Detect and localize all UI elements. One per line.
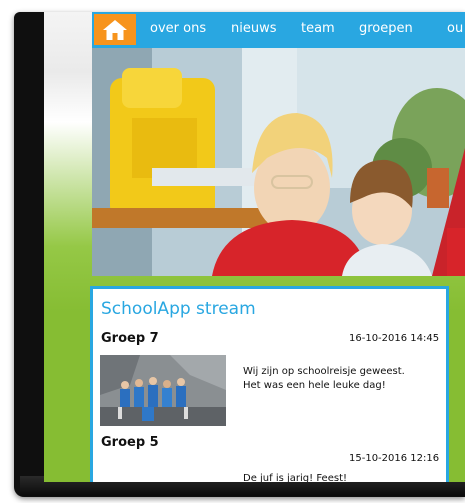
post-date: 15-10-2016 12:16 (349, 453, 440, 464)
home-icon (103, 19, 127, 40)
post-group-name: Groep 5 (101, 435, 159, 450)
nav-item-groepen[interactable]: groepen (359, 21, 413, 36)
post-date: 16-10-2016 14:45 (349, 333, 440, 344)
post-message: Wij zijn op schoolreisje geweest. Het wa… (243, 366, 405, 391)
nav-item-nieuws[interactable]: nieuws (231, 21, 277, 36)
nav-item-ou[interactable]: ou (447, 21, 463, 36)
post-photo[interactable] (100, 355, 226, 426)
top-navigation: over ons nieuws team groepen ou (92, 12, 465, 48)
nav-item-team[interactable]: team (301, 21, 335, 36)
home-button[interactable] (94, 14, 136, 45)
class-trip-image (100, 355, 226, 426)
nav-item-over-ons[interactable]: over ons (150, 21, 206, 36)
stream-title: SchoolApp stream (101, 299, 256, 319)
post-message: De juf is jarig! Feest! (243, 473, 347, 482)
hero-photo (92, 48, 465, 276)
children-playing-image (92, 48, 465, 276)
stream-card: SchoolApp stream Groep 7 16-10-2016 14:4… (90, 286, 449, 482)
app-screen: over ons nieuws team groepen ou SchoolAp… (44, 12, 465, 482)
post-group-name: Groep 7 (101, 331, 159, 346)
